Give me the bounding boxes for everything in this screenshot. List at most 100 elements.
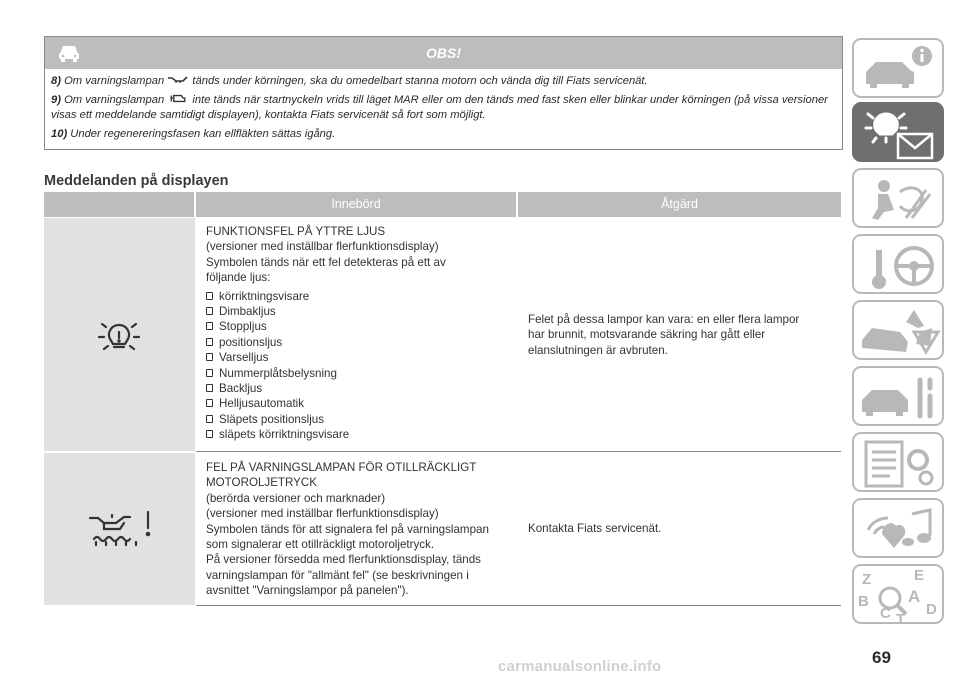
- checkbox-bullet-icon: [206, 368, 213, 377]
- key-steering-wheel-icon: [872, 246, 934, 289]
- action-line: elanslutningen är avbruten.: [528, 343, 668, 357]
- checkbox-bullet-icon: [206, 384, 213, 393]
- action-line: Felet på dessa lampor kan vara: en eller…: [528, 313, 800, 326]
- note-text-pre: Om varningslampan: [64, 75, 165, 87]
- list-item-label: Backljus: [219, 382, 263, 396]
- list-item: Helljusautomatik: [206, 396, 516, 411]
- checkbox-bullet-icon: [206, 414, 213, 423]
- engine-oil-inline-icon: [168, 76, 188, 83]
- list-item-label: Helljusautomatik: [219, 397, 305, 411]
- row-divider: [196, 605, 841, 606]
- list-item: Nummerplåtsbelysning: [206, 366, 516, 381]
- list-item-label: Dimbakljus: [219, 305, 276, 319]
- table-row-action: Kontakta Fiats servicenät.: [528, 521, 828, 536]
- tab-starting-driving[interactable]: [852, 234, 944, 294]
- table-header-icon-col: [44, 192, 194, 217]
- note-text: Under regenereringsfasen kan ellfläkten …: [70, 127, 336, 140]
- obs-note-box: OBS! 8) Om varningslampan tänds under kö…: [44, 36, 843, 150]
- list-item: körriktningsvisare: [206, 289, 516, 304]
- obs-note-8: 8) Om varningslampan tänds under körning…: [51, 74, 836, 90]
- car-info-icon: [866, 46, 932, 88]
- checkbox-bullet-icon: [206, 307, 213, 316]
- obs-header: OBS!: [45, 37, 842, 69]
- note-text-post: tänds under körningen, ska du omedelbart…: [192, 75, 648, 87]
- table-header-action: Åtgärd: [518, 192, 841, 217]
- row-divider: [196, 451, 841, 452]
- note-text-pre: Om varningslampan: [64, 93, 165, 106]
- index-letter: A: [908, 587, 920, 606]
- car-maintenance-icon: [862, 377, 933, 419]
- table-row-description: FEL PÅ VARNINGSLAMPAN FÖR OTILLRÄCKLIGT …: [206, 460, 516, 599]
- desc-line: följande ljus:: [206, 271, 271, 285]
- car-breakdown-icon: [862, 310, 941, 355]
- checkbox-bullet-icon: [206, 337, 213, 346]
- table-row-icon-cell: [44, 218, 195, 451]
- note-number: 8): [51, 75, 61, 87]
- action-line: Kontakta Fiats servicenät.: [528, 522, 662, 535]
- list-item: Backljus: [206, 381, 516, 396]
- checkbox-bullet-icon: [206, 322, 213, 331]
- tab-emergency[interactable]: [852, 300, 944, 360]
- tab-car-info[interactable]: [852, 38, 944, 98]
- desc-line: MOTOROLJETRYCK: [206, 476, 318, 490]
- table-row-description: FUNKTIONSFEL PÅ YTTRE LJUS (versioner me…: [206, 224, 516, 443]
- warning-lights-message-icon: [864, 112, 934, 160]
- note-number: 10): [51, 127, 68, 140]
- index-letter: B: [858, 593, 869, 610]
- list-item: Varselljus: [206, 350, 516, 365]
- list-item-label: körriktningsvisare: [219, 289, 310, 303]
- action-line: har brunnit, motsvarande säkring har gåt…: [528, 328, 766, 342]
- table-header-meaning: Innebörd: [196, 192, 516, 217]
- list-item-label: Stoppljus: [219, 320, 267, 334]
- obs-note-10: 10) Under regenereringsfasen kan ellfläk…: [51, 127, 836, 143]
- list-settings-icon: [864, 440, 934, 488]
- engine-check-inline-icon: [170, 94, 186, 102]
- tab-technical-data[interactable]: [852, 432, 944, 492]
- oil-level-warning-icon: [88, 510, 151, 547]
- bulb-fault-icon: [97, 322, 141, 351]
- desc-line: som signalerar ett otillräckligt motorol…: [206, 538, 435, 552]
- checkbox-bullet-icon: [206, 353, 213, 362]
- alphabetical-index-icon: Z E B A C D T: [858, 567, 937, 626]
- list-item-label: Varselljus: [219, 351, 269, 365]
- index-letter: E: [914, 567, 924, 584]
- table-row-action: Felet på dessa lampor kan vara: en eller…: [528, 312, 828, 358]
- tab-multimedia[interactable]: [852, 498, 944, 558]
- index-letter: Z: [862, 571, 871, 588]
- list-item-label: Nummerplåtsbelysning: [219, 366, 337, 380]
- airbag-seat-icon: [872, 180, 932, 220]
- desc-line: FEL PÅ VARNINGSLAMPAN FÖR OTILLRÄCKLIGT: [206, 461, 477, 474]
- multimedia-icon: [866, 508, 932, 548]
- tab-safety[interactable]: [852, 168, 944, 228]
- obs-title: OBS!: [426, 45, 461, 61]
- desc-line: (versioner med inställbar flerfunktionsd…: [206, 240, 439, 254]
- list-item: Stoppljus: [206, 319, 516, 334]
- checkbox-bullet-icon: [206, 291, 213, 300]
- list-item: Släpets positionsljus: [206, 412, 516, 427]
- list-item-label: positionsljus: [219, 335, 283, 349]
- desc-line: På versioner försedda med flerfunktionsd…: [206, 553, 481, 567]
- note-number: 9): [51, 93, 61, 106]
- tab-index[interactable]: Z E B A C D T: [852, 564, 944, 626]
- list-item: positionsljus: [206, 335, 516, 350]
- list-item-label: Släpets positionsljus: [219, 412, 325, 426]
- desc-line: varningslampan för "allmänt fel" (se bes…: [206, 568, 469, 582]
- manual-page: OBS! 8) Om varningslampan tänds under kö…: [0, 0, 960, 678]
- tab-maintenance[interactable]: [852, 366, 944, 426]
- section-title: Meddelanden på displayen: [44, 173, 229, 189]
- obs-body: 8) Om varningslampan tänds under körning…: [45, 69, 842, 142]
- checkbox-bullet-icon: [206, 399, 213, 408]
- desc-line: (berörda versioner och marknader): [206, 491, 386, 505]
- desc-line: Symbolen tänds när ett fel detekteras på…: [206, 255, 446, 269]
- checkbox-bullet-icon: [206, 430, 213, 439]
- obs-note-9: 9) Om varningslampan inte tänds när star…: [51, 93, 836, 124]
- desc-line: avsnittet "Varningslampor på panelen").: [206, 584, 409, 598]
- desc-line: FUNKTIONSFEL PÅ YTTRE LJUS: [206, 225, 386, 238]
- tab-warning-lights[interactable]: [852, 102, 944, 162]
- table-row-icon-cell: [44, 453, 195, 605]
- list-item: släpets körriktningsvisare: [206, 427, 516, 442]
- watermark: carmanualsonline.info: [498, 658, 662, 675]
- list-item-label: släpets körriktningsvisare: [219, 428, 350, 442]
- desc-line: Symbolen tänds för att signalera fel på …: [206, 522, 489, 536]
- desc-line: (versioner med inställbar flerfunktionsd…: [206, 507, 439, 521]
